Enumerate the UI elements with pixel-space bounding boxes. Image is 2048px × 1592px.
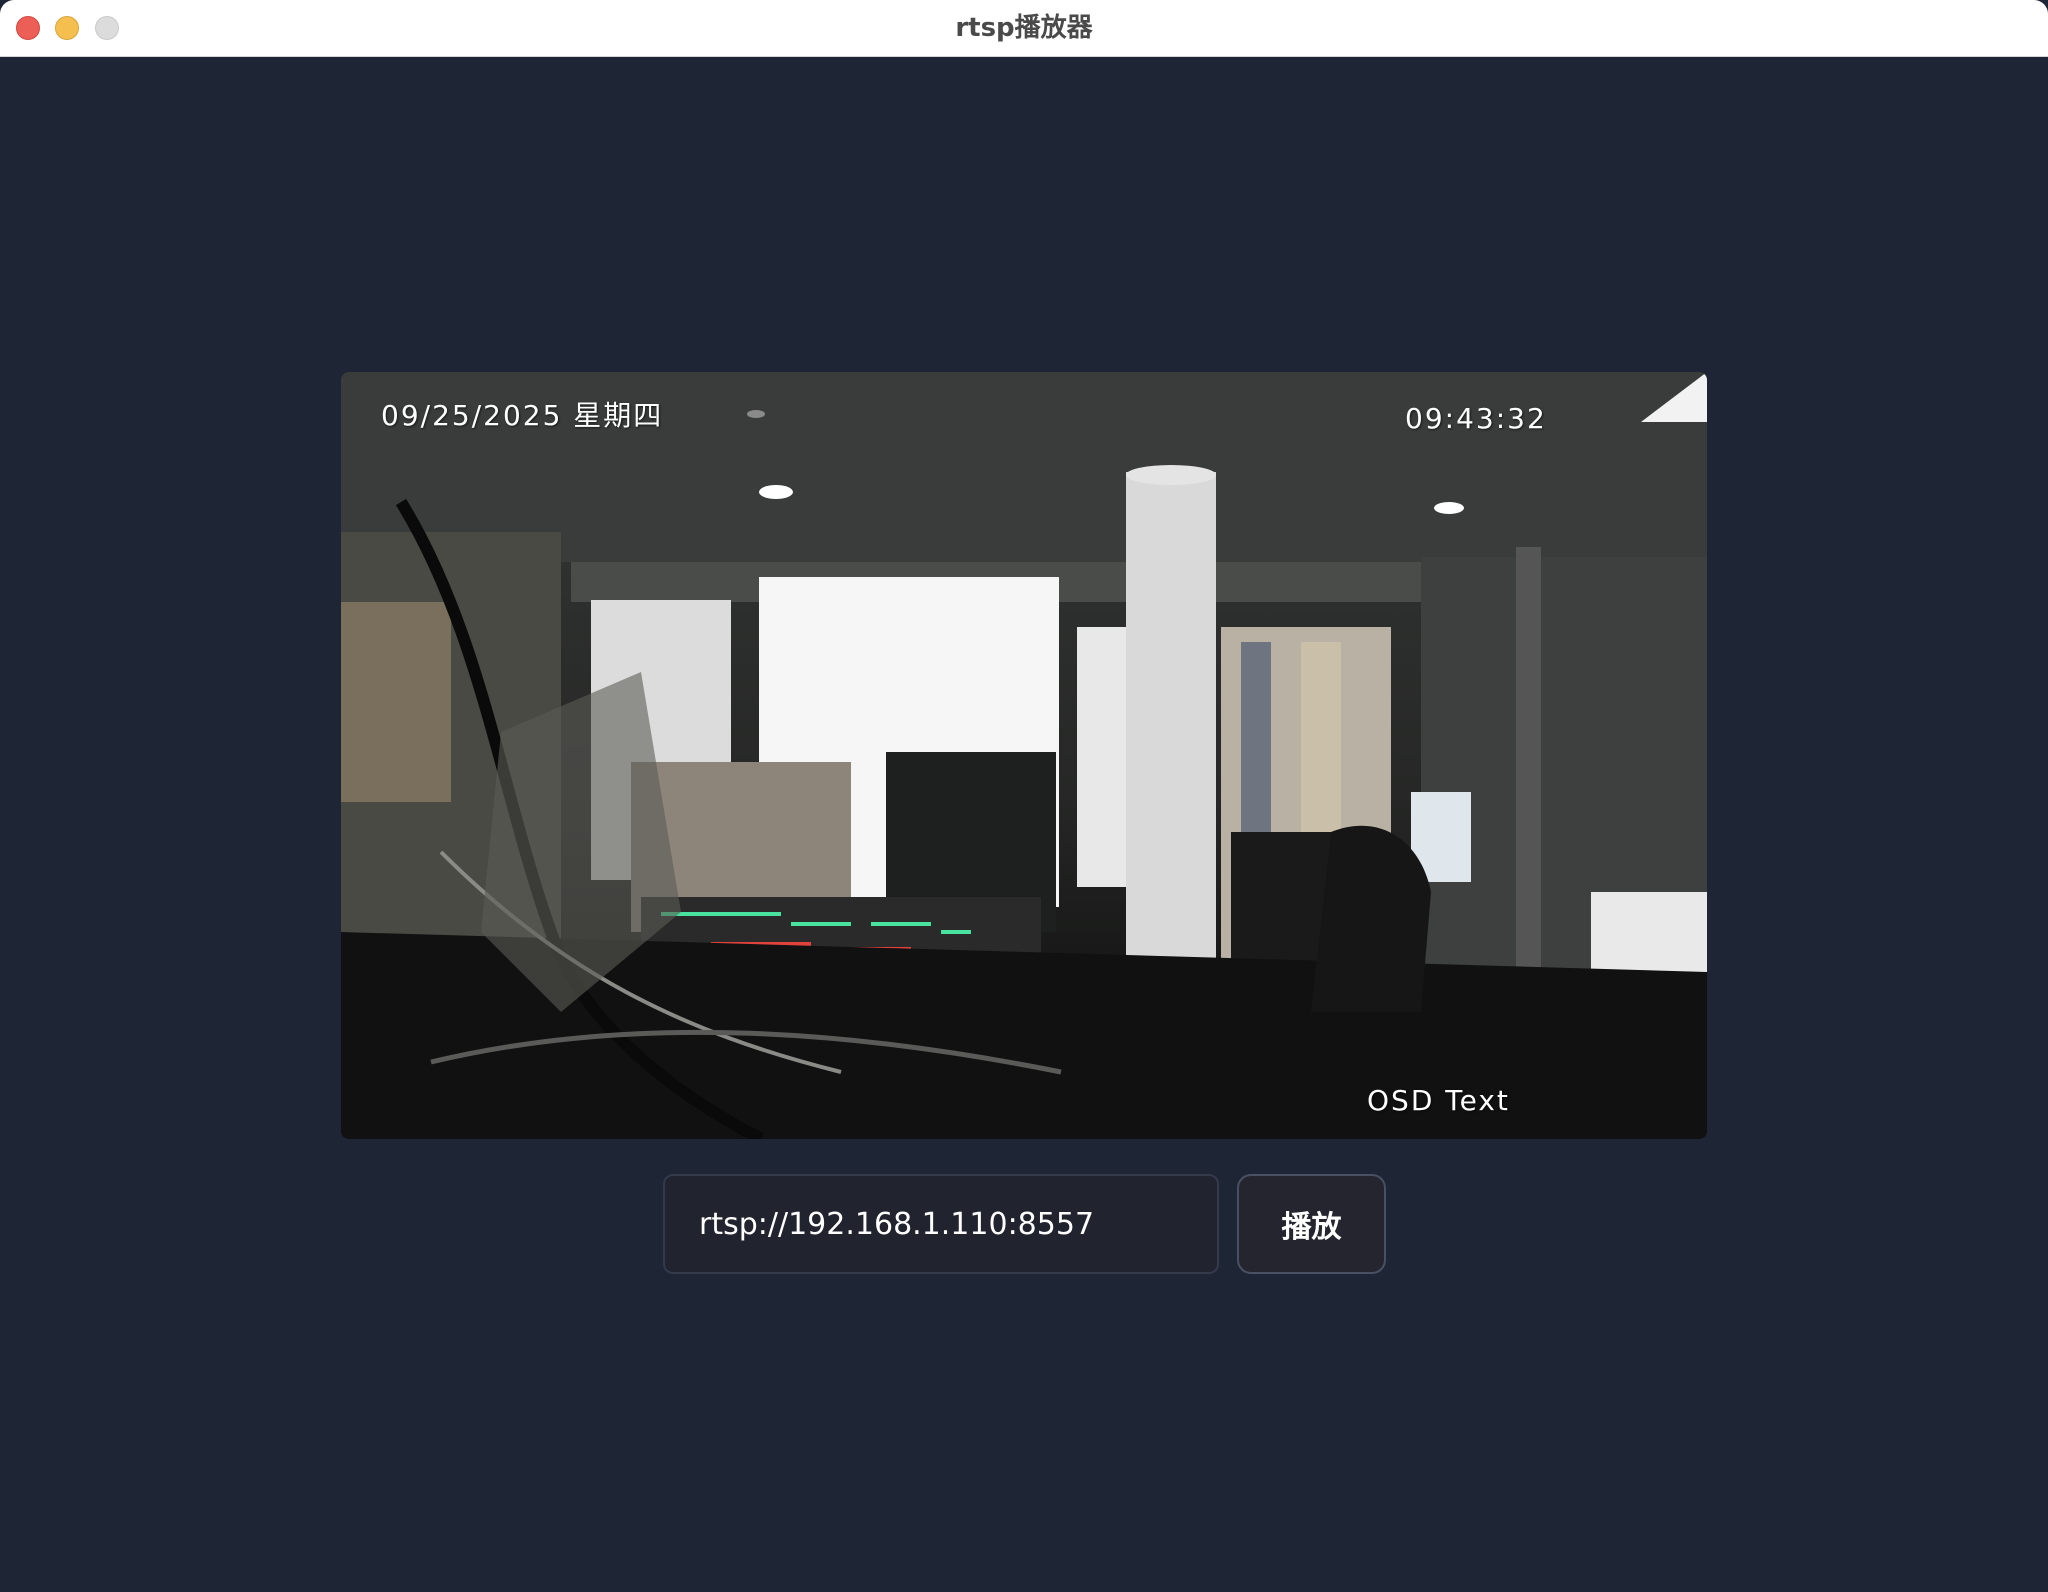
video-player[interactable]: 09/25/2025 星期四 09:43:32 OSD Text [341, 372, 1707, 1139]
osd-time: 09:43:32 [1405, 402, 1547, 435]
rtsp-url-input[interactable] [663, 1174, 1219, 1274]
window-title: rtsp播放器 [955, 13, 1093, 43]
title-bar: rtsp播放器 [0, 0, 2048, 57]
osd-date: 09/25/2025 星期四 [381, 399, 664, 432]
osd-text: OSD Text [1367, 1084, 1510, 1117]
play-button[interactable]: 播放 [1237, 1174, 1386, 1274]
camera-frame-image [341, 372, 1707, 1139]
app-window: rtsp播放器 09/25/2025 星期四 09:43:32 OSD Text… [0, 0, 2048, 1592]
